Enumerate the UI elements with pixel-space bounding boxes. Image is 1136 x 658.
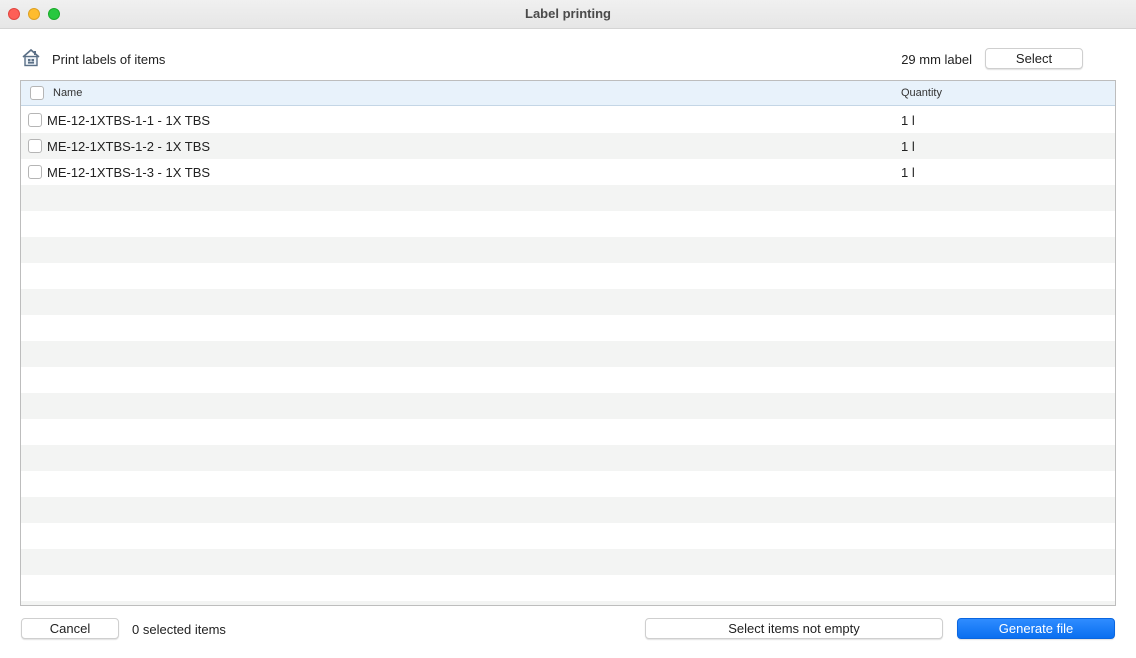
- table-body: ME-12-1XTBS-1-1 - 1X TBS 1 l ME-12-1XTBS…: [21, 107, 1115, 185]
- empty-row: [21, 393, 1115, 419]
- empty-row: [21, 445, 1115, 471]
- empty-row: [21, 419, 1115, 445]
- item-quantity: 1 l: [901, 139, 915, 154]
- row-checkbox[interactable]: [28, 165, 42, 179]
- item-quantity: 1 l: [901, 165, 915, 180]
- label-printing-window: Label printing Print labels of items 29 …: [0, 0, 1136, 658]
- empty-row: [21, 471, 1115, 497]
- items-table: Name Quantity ME-12-1XTBS-1-1 - 1X TBS 1…: [20, 80, 1116, 606]
- empty-row: [21, 601, 1115, 605]
- cancel-button[interactable]: Cancel: [21, 618, 119, 639]
- window-title: Label printing: [525, 6, 611, 21]
- select-all-checkbox[interactable]: [30, 86, 44, 100]
- empty-row: [21, 315, 1115, 341]
- generate-file-button[interactable]: Generate file: [957, 618, 1115, 639]
- item-quantity: 1 l: [901, 113, 915, 128]
- row-checkbox[interactable]: [28, 113, 42, 127]
- empty-row: [21, 523, 1115, 549]
- title-bar: Label printing: [0, 0, 1136, 29]
- empty-row: [21, 497, 1115, 523]
- empty-row: [21, 289, 1115, 315]
- empty-rows: [21, 185, 1115, 605]
- label-size-text: 29 mm label: [901, 52, 972, 67]
- table-row[interactable]: ME-12-1XTBS-1-3 - 1X TBS 1 l: [21, 159, 1115, 185]
- column-header-quantity[interactable]: Quantity: [901, 87, 942, 99]
- item-name: ME-12-1XTBS-1-2 - 1X TBS: [47, 139, 211, 154]
- select-items-not-empty-button[interactable]: Select items not empty: [645, 618, 943, 639]
- empty-row: [21, 211, 1115, 237]
- item-name: ME-12-1XTBS-1-3 - 1X TBS: [47, 165, 211, 180]
- column-header-name[interactable]: Name: [53, 87, 82, 99]
- item-name: ME-12-1XTBS-1-1 - 1X TBS: [47, 113, 211, 128]
- table-row[interactable]: ME-12-1XTBS-1-2 - 1X TBS 1 l: [21, 133, 1115, 159]
- house-icon: [22, 48, 40, 67]
- select-label-button[interactable]: Select: [985, 48, 1083, 69]
- header-label: Print labels of items: [52, 52, 166, 67]
- table-header: Name Quantity: [21, 81, 1115, 106]
- row-checkbox[interactable]: [28, 139, 42, 153]
- empty-row: [21, 341, 1115, 367]
- empty-row: [21, 237, 1115, 263]
- table-row[interactable]: ME-12-1XTBS-1-1 - 1X TBS 1 l: [21, 107, 1115, 133]
- empty-row: [21, 185, 1115, 211]
- empty-row: [21, 575, 1115, 601]
- empty-row: [21, 549, 1115, 575]
- empty-row: [21, 263, 1115, 289]
- selected-count: 0 selected items: [132, 622, 226, 637]
- empty-row: [21, 367, 1115, 393]
